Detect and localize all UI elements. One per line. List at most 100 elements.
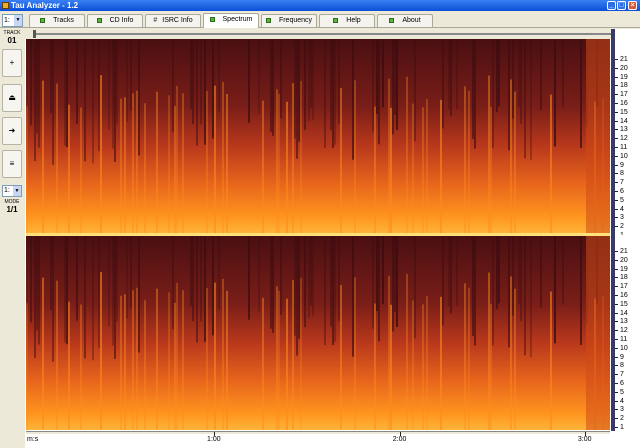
position-slider-thumb[interactable] (33, 30, 36, 38)
spectrogram-column (412, 300, 414, 430)
spectrogram-column (394, 236, 396, 312)
position-ruler[interactable] (25, 29, 636, 39)
spectrogram-column (204, 236, 206, 342)
spectrogram-column (330, 236, 332, 328)
spectrogram-column (440, 296, 442, 430)
spectrogram-column (258, 39, 260, 115)
spectrogram-column (440, 99, 442, 233)
spectrogram-column (92, 236, 94, 361)
spectrogram-column (176, 282, 178, 430)
close-button[interactable]: × (628, 1, 637, 10)
led-icon (333, 18, 339, 23)
spectrogram-column (138, 236, 140, 353)
spectrogram-column (116, 39, 118, 125)
spectrogram-column (300, 277, 302, 430)
tab-label: Frequency (278, 17, 313, 24)
frequency-tick (615, 391, 618, 393)
spectrogram-column (468, 90, 470, 233)
spectrogram-column (182, 93, 184, 233)
spectrogram-column (286, 298, 288, 430)
tab-about[interactable]: About (377, 14, 433, 27)
spectrogram-column (442, 236, 444, 326)
maximize-button[interactable]: □ (617, 1, 626, 10)
spectrogram-channel-left (26, 39, 610, 233)
tab-spectrum[interactable]: Spectrum (203, 13, 259, 28)
spectrogram-column (312, 39, 314, 120)
list-button[interactable]: ≡ (2, 150, 22, 178)
frequency-tick-label: 7 (620, 179, 624, 187)
spectrogram-column (190, 236, 192, 307)
tab-frequency[interactable]: Frequency (261, 14, 317, 27)
spectrogram-column (280, 39, 282, 119)
spectrogram-column (514, 91, 516, 233)
spectrogram-column (376, 39, 378, 115)
frequency-tick (615, 76, 618, 78)
frequency-tick-label: 13 (620, 318, 628, 326)
spectrogram-column (406, 273, 408, 430)
spectrogram-column (530, 39, 532, 161)
next-button[interactable]: ➜ (2, 117, 22, 145)
frequency-tick (615, 138, 618, 140)
frequency-tick (615, 339, 618, 340)
spectrogram-column (474, 236, 476, 346)
spectrogram-column (334, 39, 336, 145)
tab-isrc-info[interactable]: # ISRC Info (145, 14, 201, 27)
frequency-tick (615, 374, 618, 376)
list-icon: ≡ (9, 159, 15, 168)
frequency-tick-label: 4 (620, 397, 624, 405)
spectrogram-column (144, 103, 146, 233)
spectrogram-column (354, 277, 356, 430)
track-select[interactable]: 1: ▼ (2, 14, 23, 27)
add-button[interactable]: + (2, 49, 22, 77)
spectrogram-column (66, 236, 68, 345)
spectrogram-column (156, 288, 158, 430)
spectrogram-column (76, 39, 78, 124)
chevron-down-icon[interactable]: ▼ (13, 186, 21, 196)
frequency-tick-label: 1 (620, 424, 624, 431)
spectrogram-column (310, 39, 312, 109)
spectrogram-column (512, 39, 514, 119)
tab-cd-info[interactable]: CD Info (87, 14, 143, 27)
spectrogram-column (120, 295, 122, 430)
spectrogram-column (138, 39, 140, 156)
spectrogram-column (332, 236, 334, 345)
spectrogram-column (278, 290, 280, 430)
tab-tracks[interactable]: Tracks (29, 14, 85, 27)
spectrogram-column (92, 39, 94, 164)
spectrogram-column (172, 236, 174, 330)
tab-label: Help (346, 17, 361, 24)
spectrogram-column (304, 236, 306, 328)
spectrogram-column (30, 39, 32, 126)
mode-select[interactable]: 1: ▼ (2, 185, 22, 197)
spectrogram-column (248, 236, 250, 320)
frequency-tick (615, 129, 618, 131)
spectrogram-column (498, 236, 500, 304)
spectrogram-column (222, 81, 224, 233)
led-icon (40, 18, 46, 23)
spectrogram-column (518, 39, 520, 107)
frequency-tick-label: 16 (620, 100, 628, 107)
spectrogram-column (294, 39, 296, 139)
spectrogram-column (108, 39, 110, 130)
minimize-button[interactable]: _ (607, 1, 616, 10)
spectrogram-column (66, 39, 68, 148)
time-tick-label: 1:00 (207, 436, 221, 443)
frequency-tick (615, 347, 618, 349)
eject-button[interactable]: ⏏ (2, 84, 22, 112)
track-number: 01 (7, 36, 17, 45)
spectrogram-column (168, 95, 170, 233)
frequency-tick (615, 164, 618, 166)
spectrogram-column (120, 98, 122, 233)
spectrogram-column (512, 236, 514, 316)
frequency-tick-label: 19 (620, 265, 628, 273)
frequency-tick (615, 277, 618, 279)
chevron-down-icon[interactable]: ▼ (14, 15, 22, 26)
spectrogram-column (200, 39, 202, 125)
spectrogram-column (442, 39, 444, 129)
spectrogram-column (488, 75, 490, 233)
spectrogram-column (34, 39, 36, 161)
spectrogram-column (450, 236, 452, 314)
spectrogram-tail (586, 236, 610, 430)
spectrogram-column (464, 86, 466, 233)
tab-help[interactable]: Help (319, 14, 375, 27)
